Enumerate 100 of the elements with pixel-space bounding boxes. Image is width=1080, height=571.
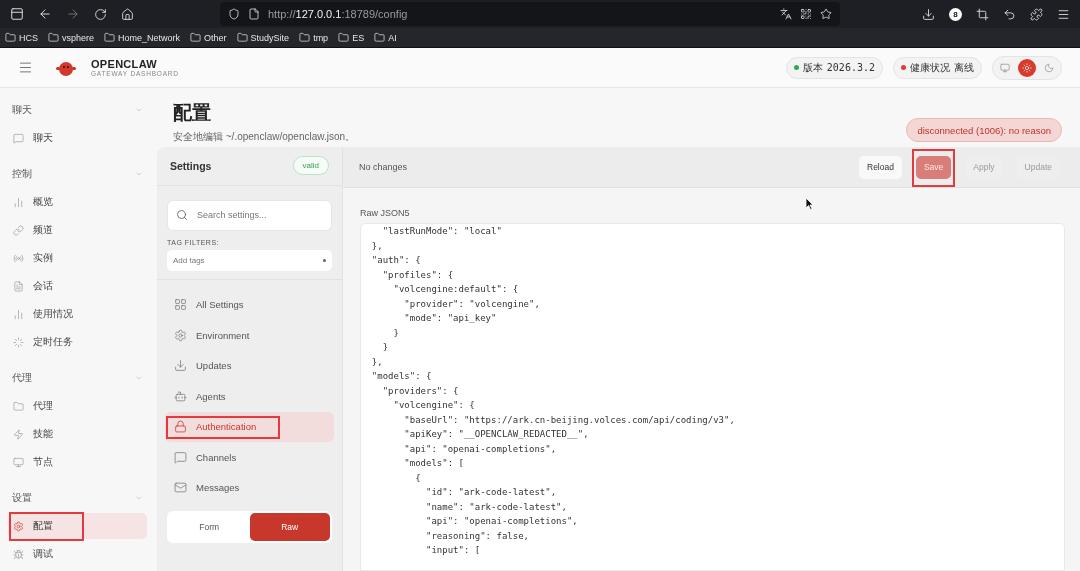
error-badge: disconnected (1006): no reason (906, 118, 1062, 142)
group-title: 聊天 (12, 103, 32, 117)
code-line: { (414, 471, 422, 485)
valid-badge: valid (292, 156, 329, 176)
grid-icon (174, 298, 187, 312)
sidebar-item[interactable]: 配置 (8, 513, 147, 539)
chat-icon (174, 450, 187, 464)
sidebar-item[interactable]: 技能 (8, 421, 147, 447)
settings-nav-item[interactable]: Updates (165, 350, 334, 381)
sidebar-item[interactable]: 实例 (8, 245, 147, 271)
back-icon[interactable] (38, 7, 52, 21)
bookmark[interactable]: Other (190, 32, 227, 43)
translate-icon[interactable] (780, 8, 792, 20)
sidebar-toggle-icon[interactable] (10, 7, 24, 21)
document-icon (13, 280, 24, 292)
code-line: "auth": { (370, 254, 422, 267)
mail-icon (174, 481, 187, 495)
editor-label: Raw JSON5 (360, 208, 411, 218)
code-line: "volcengine:default": { (392, 283, 520, 296)
extension-badge[interactable]: 8 (949, 7, 962, 21)
bookmark[interactable]: HCS (5, 32, 38, 43)
folder-icon (104, 32, 116, 43)
undo-icon[interactable] (1003, 7, 1016, 21)
bookmark[interactable]: tmp (299, 32, 329, 43)
chat-icon (13, 132, 24, 144)
star-icon[interactable] (820, 8, 832, 20)
folder-icon (374, 32, 386, 43)
sidebar-item[interactable]: 频道 (8, 217, 147, 243)
code-line: "models": [ (403, 457, 465, 470)
cursor-icon (805, 197, 814, 210)
caret-icon (323, 258, 326, 262)
bar-chart-icon (13, 196, 24, 208)
group-title: 代理 (12, 371, 32, 385)
group-title: 控制 (12, 167, 32, 181)
home-icon[interactable] (121, 7, 134, 21)
reload-icon[interactable] (94, 7, 107, 21)
code-line: "name": "ark-code-latest", (425, 500, 568, 514)
page-icon (248, 8, 260, 20)
settings-nav-item[interactable]: Authentication (165, 411, 334, 442)
code-line: "providers": { (381, 384, 460, 398)
url-text: http://127.0.0.1:18789/config (268, 8, 409, 20)
loader-icon (13, 336, 24, 348)
bar-chart-icon (13, 308, 24, 320)
code-line: "baseUrl": "https://ark.cn-beijing.volces.com/api/coding/v3", (403, 413, 736, 427)
search-field[interactable]: Search settings... (167, 199, 332, 231)
code-line: "provider": "volcengine", (403, 297, 541, 311)
settings-nav-item[interactable]: All Settings (165, 289, 334, 320)
folder-icon (299, 32, 311, 43)
bookmark[interactable]: vsphere (48, 32, 95, 43)
brand-name: OPENCLAW (91, 58, 158, 70)
bookmark[interactable]: StudySite (236, 32, 290, 43)
address-bar[interactable]: http://127.0.0.1:18789/config (220, 2, 840, 26)
sidebar-item[interactable]: 聊天 (8, 125, 147, 151)
sun-icon (1022, 62, 1032, 73)
settings-icon (13, 520, 24, 532)
status-label: 版本 (802, 60, 823, 75)
code-line: } (392, 326, 400, 340)
download-icon[interactable] (922, 7, 935, 21)
toolbar-button[interactable]: Reload (859, 155, 902, 179)
code-line: "apiKey": "__OPENCLAW_REDACTED__", (403, 428, 590, 441)
code-line: "input": [ (425, 544, 482, 557)
bookmark[interactable]: Home_Network (104, 32, 181, 43)
sidebar-item[interactable]: 调试 (8, 541, 147, 567)
sidebar-item[interactable]: 概览 (8, 189, 147, 215)
monitor-icon (13, 456, 24, 468)
folder-icon (48, 32, 59, 43)
settings-nav-item[interactable]: Messages (165, 472, 334, 503)
status-value: 2026.3.2 (826, 62, 875, 73)
lightning-icon (13, 428, 24, 440)
puzzle-icon[interactable] (1030, 7, 1043, 21)
code-line: "lastRunMode": "local" (381, 225, 503, 238)
folder-icon (13, 400, 24, 412)
settings-nav-item[interactable]: Agents (165, 381, 334, 412)
sidebar-item[interactable]: 定时任务 (8, 329, 147, 355)
code-line: "mode": "api_key" (403, 312, 498, 325)
sidebar-item[interactable]: 代理 (8, 393, 147, 419)
sidebar-item[interactable]: 使用情况 (8, 301, 147, 327)
forward-icon[interactable] (66, 7, 80, 21)
bookmark[interactable]: AI (374, 32, 397, 43)
code-line: }, (370, 239, 384, 253)
code-line: "id": "ark-code-latest", (425, 486, 558, 499)
crop-icon[interactable] (976, 7, 989, 21)
sidebar-item[interactable]: 节点 (8, 449, 147, 475)
lock-icon (174, 420, 187, 434)
settings-nav-item[interactable]: Environment (165, 320, 334, 351)
tags-select[interactable]: Add tags (167, 249, 332, 271)
settings-nav-item[interactable]: Channels (165, 442, 334, 473)
code-line: "reasoning": false, (425, 529, 530, 543)
sidebar-item[interactable]: 会话 (8, 273, 147, 299)
code-line: }, (370, 355, 384, 369)
status-value: 离线 (954, 60, 974, 75)
mode-tab[interactable]: Form (169, 512, 250, 541)
bookmark[interactable]: ES (338, 32, 365, 43)
qr-code-icon[interactable] (800, 8, 812, 20)
mode-tab[interactable]: Raw (249, 512, 330, 541)
code-line: "volcengine": { (392, 399, 476, 412)
bug-icon (13, 548, 24, 560)
folder-icon (338, 32, 350, 43)
theme-option[interactable] (1018, 58, 1036, 77)
menu-icon[interactable] (1057, 7, 1070, 21)
